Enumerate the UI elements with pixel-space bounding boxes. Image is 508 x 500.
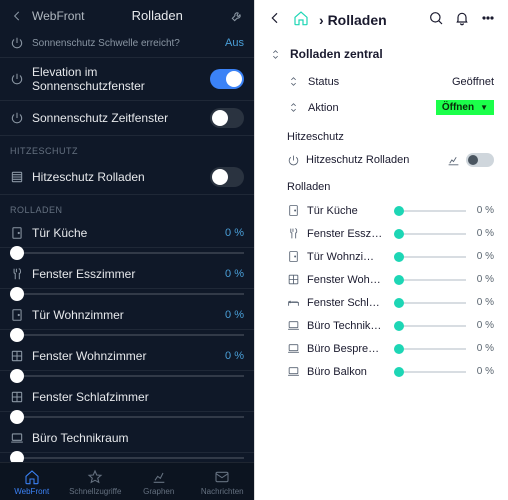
toggle-hitzeschutz[interactable]	[210, 167, 244, 187]
rolladen-row: Fenster Schlaf… 0 %	[269, 291, 494, 314]
rolladen-row: Tür Küche 0 %	[0, 219, 254, 248]
nav-webfront[interactable]: WebFront	[0, 469, 64, 496]
slider[interactable]	[10, 457, 244, 459]
slider[interactable]	[394, 210, 466, 212]
bed-icon	[287, 296, 300, 309]
bottom-nav: WebFront Schnellzugriffe Graphen Nachric…	[0, 462, 254, 500]
slider[interactable]	[10, 293, 244, 295]
nav-schnellzugriffe[interactable]: Schnellzugriffe	[64, 469, 128, 496]
updown-icon	[269, 48, 282, 61]
rolladen-row: Büro Technikraum	[0, 424, 254, 453]
rolladen-row: Fenster Schlafzimmer	[0, 383, 254, 412]
section-rolladen: Rolladen	[269, 171, 494, 199]
rolladen-row: Tür Wohnzim… 0 %	[269, 245, 494, 268]
power-icon	[10, 72, 24, 86]
slider[interactable]	[394, 233, 466, 235]
window-icon	[287, 273, 300, 286]
back-icon[interactable]	[10, 9, 24, 23]
door-icon	[10, 308, 24, 322]
page-title: › Rolladen	[319, 12, 418, 28]
toggle-hitzeschutz[interactable]	[466, 153, 494, 167]
slider[interactable]	[394, 348, 466, 350]
app-name: WebFront	[32, 9, 84, 23]
section-rolladen: ROLLADEN	[0, 195, 254, 219]
slider[interactable]	[10, 252, 244, 254]
power-icon	[10, 111, 24, 125]
webfront-app: WebFront Rolladen Sonnenschutz Schwelle …	[0, 0, 254, 500]
slider[interactable]	[10, 416, 244, 418]
nav-graphen[interactable]: Graphen	[127, 469, 191, 496]
nav-nachrichten[interactable]: Nachrichten	[191, 469, 255, 496]
slider[interactable]	[10, 375, 244, 377]
neo-app: › Rolladen Rolladen zentral Status Geöff…	[254, 0, 508, 500]
updown-icon	[287, 101, 300, 114]
window-icon	[10, 349, 24, 363]
toggle-zeitfenster[interactable]	[210, 108, 244, 128]
row-elevation: Elevation im Sonnenschutzfenster	[0, 58, 254, 101]
search-icon[interactable]	[428, 10, 444, 29]
laptop-icon	[10, 431, 24, 445]
door-icon	[287, 250, 300, 263]
rolladen-row: Tür Küche 0 %	[269, 199, 494, 222]
row-hitzeschutz: Hitzeschutz Rolladen	[269, 149, 494, 171]
updown-icon	[287, 75, 300, 88]
row-zeitfenster: Sonnenschutz Zeitfenster	[0, 101, 254, 136]
laptop-icon	[287, 319, 300, 332]
door-icon	[287, 204, 300, 217]
row-hitzeschutz: Hitzeschutz Rolladen	[0, 160, 254, 195]
power-icon	[10, 36, 24, 50]
rolladen-row: Fenster Esszimmer 0 %	[0, 260, 254, 289]
laptop-icon	[287, 365, 300, 378]
action-dropdown[interactable]: Öffnen▼	[436, 100, 494, 115]
status-value: Geöffnet	[452, 76, 494, 88]
power-icon	[287, 154, 300, 167]
rolladen-row: Fenster Esszi… 0 %	[269, 222, 494, 245]
section-hitzeschutz: HITZESCHUTZ	[0, 136, 254, 160]
page-title: Rolladen	[92, 8, 222, 23]
status-row: Status Geöffnet	[269, 69, 494, 94]
right-header: › Rolladen	[255, 0, 508, 37]
left-header: WebFront Rolladen	[0, 0, 254, 29]
shutter-icon	[10, 170, 24, 184]
fork-icon	[287, 227, 300, 240]
slider[interactable]	[394, 371, 466, 373]
more-icon[interactable]	[480, 10, 496, 29]
rolladen-row: Fenster Wohn… 0 %	[269, 268, 494, 291]
aus-value: Aus	[225, 37, 244, 49]
window-icon	[10, 390, 24, 404]
toggle-elevation[interactable]	[210, 69, 244, 89]
slider[interactable]	[394, 279, 466, 281]
laptop-icon	[287, 342, 300, 355]
fork-icon	[10, 267, 24, 281]
rolladen-row: Tür Wohnzimmer 0 %	[0, 301, 254, 330]
rolladen-row: Büro Besprec… 0 %	[269, 337, 494, 360]
section-hitzeschutz: Hitzeschutz	[269, 121, 494, 149]
rolladen-row: Fenster Wohnzimmer 0 %	[0, 342, 254, 371]
rolladen-row: Büro Balkon 0 %	[269, 360, 494, 383]
door-icon	[10, 226, 24, 240]
wrench-icon[interactable]	[230, 9, 244, 23]
chart-icon[interactable]	[447, 154, 460, 167]
group-title: Rolladen zentral	[269, 41, 494, 69]
slider[interactable]	[394, 302, 466, 304]
back-icon[interactable]	[267, 10, 283, 29]
slider[interactable]	[394, 325, 466, 327]
bell-icon[interactable]	[454, 10, 470, 29]
rolladen-row: Büro Technikr… 0 %	[269, 314, 494, 337]
slider[interactable]	[394, 256, 466, 258]
home-icon[interactable]	[293, 10, 309, 29]
row-schwelle[interactable]: Sonnenschutz Schwelle erreicht? Aus	[0, 29, 254, 58]
action-row: Aktion Öffnen▼	[269, 94, 494, 121]
slider[interactable]	[10, 334, 244, 336]
